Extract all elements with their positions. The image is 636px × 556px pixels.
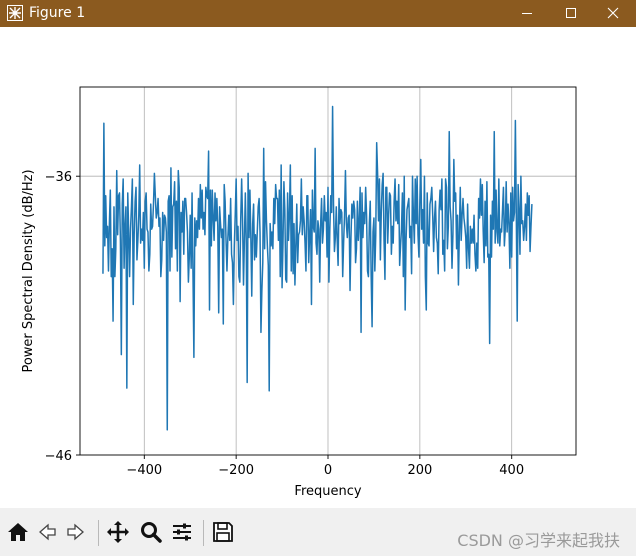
y-tick-label: −36	[45, 170, 72, 185]
back-button[interactable]	[33, 518, 61, 546]
back-icon	[39, 523, 56, 541]
save-icon	[213, 522, 233, 542]
maximize-button[interactable]	[548, 0, 594, 27]
zoom-icon	[141, 522, 162, 543]
navigation-toolbar: CSDN @习学来起我扶	[0, 508, 636, 556]
minimize-button[interactable]	[504, 0, 550, 27]
figure-canvas[interactable]: −400 −200 0 200 400 −36 −46 Frequency Power Sp…	[0, 27, 636, 508]
configure-subplots-button[interactable]	[168, 518, 196, 546]
y-tick-label: −46	[45, 449, 72, 464]
title-bar: Figure 1	[0, 0, 636, 27]
forward-icon	[67, 523, 84, 541]
home-button[interactable]	[4, 518, 32, 546]
home-icon	[8, 523, 28, 541]
x-tick-label: −400	[126, 463, 162, 478]
figure-app-icon	[7, 5, 23, 21]
maximize-icon	[566, 8, 576, 18]
x-axis-label: Frequency	[294, 484, 361, 499]
close-button[interactable]	[590, 0, 636, 27]
grid-lines	[80, 87, 576, 455]
toolbar-separator	[98, 520, 99, 546]
psd-series-line	[102, 105, 533, 431]
close-icon	[607, 7, 619, 19]
window-title: Figure 1	[29, 5, 86, 21]
psd-plot: −400 −200 0 200 400 −36 −46 Frequency Power Sp…	[21, 86, 577, 499]
x-tick-label: −200	[218, 463, 254, 478]
x-tick-label: 200	[407, 463, 432, 478]
pan-button[interactable]	[104, 518, 132, 546]
forward-button[interactable]	[62, 518, 90, 546]
save-button[interactable]	[209, 518, 237, 546]
x-tick-label: 400	[499, 463, 524, 478]
pan-icon	[107, 521, 129, 543]
y-axis-label: Power Spectral Density (dB/Hz)	[21, 169, 36, 372]
series-layer	[102, 105, 533, 431]
toolbar-separator	[203, 520, 204, 546]
configure-subplots-icon	[173, 523, 191, 541]
minimize-icon	[522, 13, 532, 14]
x-tick-label: 0	[324, 463, 332, 478]
watermark-text: CSDN @习学来起我扶	[457, 531, 620, 550]
zoom-button[interactable]	[137, 518, 165, 546]
